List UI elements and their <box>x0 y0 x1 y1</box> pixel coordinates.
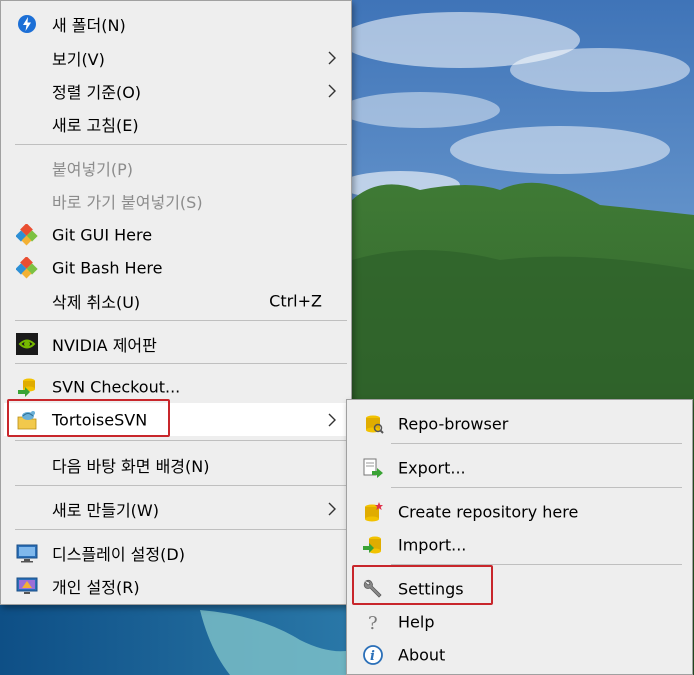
menu-item-paste: 붙여넣기(P) <box>52 159 134 179</box>
submenu-item-repo-browser[interactable]: Repo-browser <box>350 407 689 440</box>
git-icon <box>16 257 38 279</box>
menu-separator <box>391 487 682 488</box>
menu-separator <box>15 144 347 145</box>
submenu-item-about[interactable]: i About <box>350 638 689 671</box>
svn-checkout-icon <box>16 376 38 398</box>
menu-item-sort-by[interactable]: 정렬 기준(O) <box>4 74 348 107</box>
submenu-item-help[interactable]: ? Help <box>350 605 689 638</box>
menu-separator <box>15 485 347 486</box>
menu-item-undo-delete[interactable]: 삭제 취소(U) Ctrl+Z <box>4 284 348 317</box>
menu-item-new[interactable]: 새로 만들기(W) <box>4 492 348 525</box>
desktop-context-menu: 새 폴더(N) 보기(V) 정렬 기준(O) 새로 고침(E) 붙여넣기(P) … <box>0 0 352 605</box>
svg-text:?: ? <box>368 613 378 633</box>
git-icon <box>16 224 38 246</box>
nvidia-icon <box>16 333 38 355</box>
about-icon: i <box>362 644 384 666</box>
create-repo-icon <box>362 501 384 523</box>
display-icon <box>16 542 38 564</box>
menu-item-git-bash-here[interactable]: Git Bash Here <box>4 251 348 284</box>
personalize-icon <box>16 575 38 597</box>
menu-item-view[interactable]: 보기(V) <box>4 41 348 74</box>
submenu-item-create-repository[interactable]: Create repository here <box>350 495 689 528</box>
submenu-item-import[interactable]: Import... <box>350 528 689 561</box>
import-icon <box>362 534 384 556</box>
menu-separator <box>391 443 682 444</box>
menu-item-svn-checkout[interactable]: SVN Checkout... <box>4 370 348 403</box>
wrench-icon <box>362 578 384 600</box>
repo-browser-icon <box>362 413 384 435</box>
menu-separator <box>15 363 347 364</box>
menu-item-personalize[interactable]: 개인 설정(R) <box>4 569 348 602</box>
submenu-item-export[interactable]: Export... <box>350 451 689 484</box>
menu-separator <box>15 529 347 530</box>
menu-separator <box>391 564 682 565</box>
chevron-right-icon <box>328 502 336 515</box>
menu-item-git-gui-here[interactable]: Git GUI Here <box>4 218 348 251</box>
tortoisesvn-submenu: Repo-browser Export... Create repository… <box>346 399 693 675</box>
help-icon: ? <box>362 611 384 633</box>
svg-text:i: i <box>370 649 375 664</box>
menu-item-paste-shortcut: 바로 가기 붙여넣기(S) <box>52 192 203 212</box>
menu-separator <box>15 440 347 441</box>
submenu-item-settings[interactable]: Settings <box>350 572 689 605</box>
menu-item-new-folder[interactable]: 새 폴더(N) <box>4 7 348 40</box>
menu-item-tortoisesvn[interactable]: TortoiseSVN <box>4 403 348 436</box>
menu-item-nvidia-control-panel[interactable]: NVIDIA 제어판 <box>4 327 348 360</box>
menu-item-next-desktop-background[interactable]: 다음 바탕 화면 배경(N) <box>4 448 348 481</box>
chevron-right-icon <box>328 51 336 64</box>
menu-item-display-settings[interactable]: 디스플레이 설정(D) <box>4 536 348 569</box>
shortcut-label: Ctrl+Z <box>269 291 322 310</box>
tortoisesvn-icon <box>16 409 38 431</box>
chevron-right-icon <box>328 413 336 426</box>
new-folder-icon <box>16 13 38 35</box>
export-icon <box>362 457 384 479</box>
chevron-right-icon <box>328 84 336 97</box>
menu-item-refresh[interactable]: 새로 고침(E) <box>4 107 348 140</box>
menu-separator <box>15 320 347 321</box>
